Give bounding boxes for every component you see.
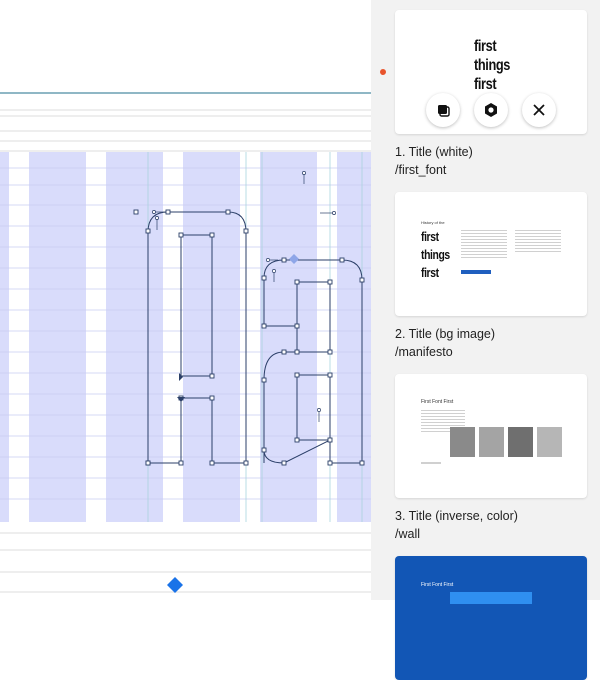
duplicate-button[interactable] (426, 93, 460, 127)
slide-title: 2. Title (bg image) (395, 327, 496, 341)
preview-text-line: first (421, 229, 439, 244)
settings-icon (485, 103, 497, 117)
preview-image (450, 427, 475, 457)
glyph-editor-svg[interactable] (0, 0, 371, 600)
preview-caption (421, 462, 441, 464)
glyph-editor-canvas[interactable] (0, 0, 371, 600)
slide-path: /first_font (395, 163, 447, 177)
preview-text-line: things (474, 57, 510, 74)
slide-label-2: 2. Title (bg image) /manifesto (395, 325, 495, 361)
close-button[interactable] (522, 93, 556, 127)
slide-title: 3. Title (inverse, color) (395, 509, 518, 523)
column-grid (0, 152, 371, 522)
slide-title: 1. Title (white) (395, 145, 473, 159)
slide-thumbnail-1[interactable]: first things first (395, 10, 587, 134)
slide-thumbnail-2[interactable]: History of the first things first (395, 192, 587, 316)
slide-path: /wall (395, 527, 421, 541)
slide-thumbnail-4[interactable]: First Font First (395, 556, 587, 680)
preview-heading: First Font First (421, 582, 454, 588)
slide-label-3: 3. Title (inverse, color) /wall (395, 507, 518, 543)
preview-button (461, 270, 491, 274)
preview-text-line: first (421, 265, 439, 280)
slide-label-1: 1. Title (white) /first_font (395, 143, 473, 179)
close-icon (533, 104, 545, 116)
preview-heading: First Font First (421, 399, 454, 405)
preview-text-line: first (474, 76, 497, 93)
preview-paragraph (461, 230, 507, 260)
preview-text-line: things (421, 247, 450, 262)
slide-path: /manifesto (395, 345, 453, 359)
preview-text-line: first (474, 38, 497, 55)
preview-image (479, 427, 504, 457)
canvas-scroll-handle[interactable] (167, 577, 183, 593)
preview-button (450, 592, 532, 604)
preview-image (508, 427, 533, 457)
slide-thumbnail-3[interactable]: First Font First (395, 374, 587, 498)
settings-button[interactable] (474, 93, 508, 127)
preview-heading: History of the (421, 220, 445, 225)
preview-image (537, 427, 562, 457)
active-slide-marker (380, 69, 386, 75)
preview-paragraph (515, 230, 561, 254)
duplicate-icon (438, 105, 450, 117)
